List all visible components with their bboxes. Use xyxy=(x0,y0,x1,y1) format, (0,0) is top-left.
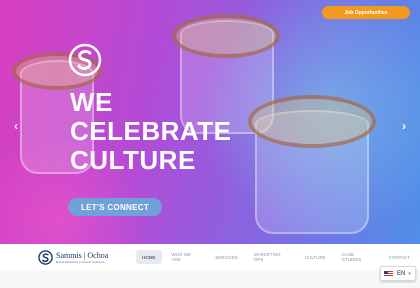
page-content-strip xyxy=(0,270,420,288)
headline-line: WE xyxy=(70,87,113,117)
hero-headline: WE CELEBRATE CULTURE xyxy=(70,88,231,175)
job-opportunities-button[interactable]: Job Opportunities xyxy=(322,6,410,19)
nav-item-home[interactable]: HOME xyxy=(136,250,162,264)
chevron-down-icon: ▾ xyxy=(408,270,411,277)
nav-item-case-studies[interactable]: CASE STUDIES xyxy=(336,250,379,264)
glass-rim-image xyxy=(172,14,280,58)
headline-line: CULTURE xyxy=(70,145,196,175)
brand-logo[interactable]: Sammis | Ochoa Brand Marketing & Growth … xyxy=(38,250,108,265)
brand-tagline: Brand Marketing & Growth Solutions xyxy=(56,260,105,264)
nav-item-contact[interactable]: CONTACT xyxy=(383,250,416,264)
language-selector[interactable]: EN ▾ xyxy=(380,266,416,281)
sammis-ochoa-logo-icon xyxy=(38,250,53,265)
nav-item-culture[interactable]: CULTURE xyxy=(299,250,332,264)
nav-item-marketing-ops[interactable]: MARKETING OPS xyxy=(248,250,295,264)
chevron-left-icon[interactable]: ‹ xyxy=(14,119,18,133)
sammis-ochoa-logo-icon xyxy=(68,43,102,77)
glass-rim-image xyxy=(248,95,376,148)
main-navbar: Sammis | Ochoa Brand Marketing & Growth … xyxy=(0,244,420,271)
hero-banner: Job Opportunities WE CELEBRATE CULTURE L… xyxy=(0,0,420,244)
brand-name: Sammis | Ochoa xyxy=(56,251,109,260)
us-flag-icon xyxy=(384,270,393,277)
headline-line: CELEBRATE xyxy=(70,116,232,146)
nav-item-who-we-are[interactable]: WHO WE ARE xyxy=(166,250,206,264)
nav-menu: HOME WHO WE ARE SERVICES MARKETING OPS C… xyxy=(136,250,420,264)
language-code: EN xyxy=(397,270,406,277)
nav-item-services[interactable]: SERVICES xyxy=(209,250,244,264)
lets-connect-button[interactable]: LET'S CONNECT xyxy=(68,198,162,216)
chevron-right-icon[interactable]: › xyxy=(402,119,406,133)
